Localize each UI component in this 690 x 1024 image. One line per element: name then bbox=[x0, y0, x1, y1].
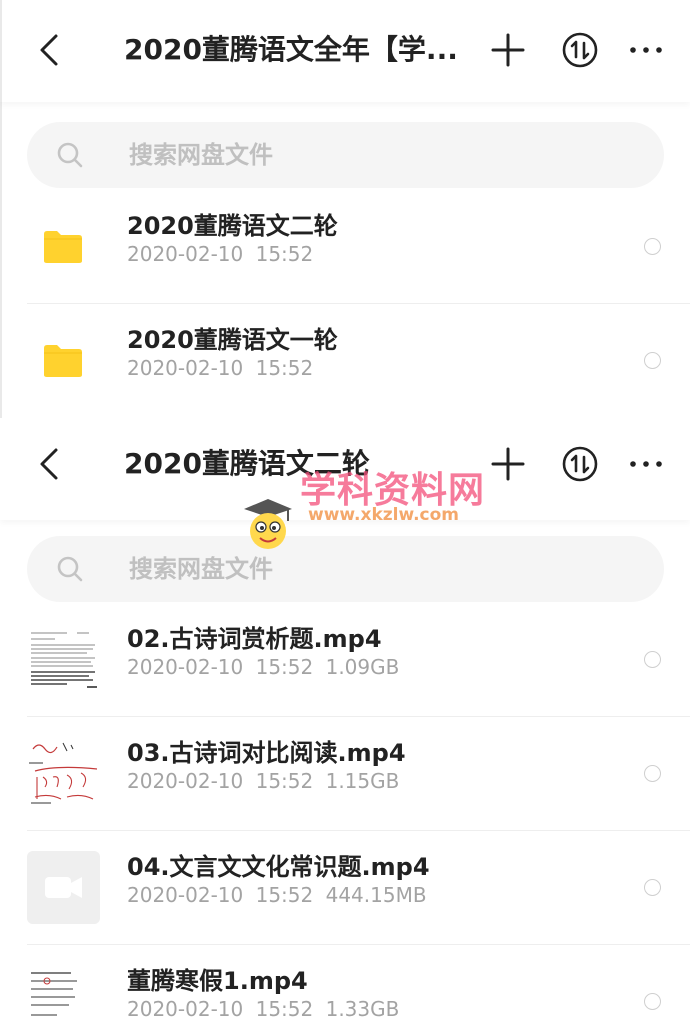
list-item[interactable]: 2020董腾语文一轮 2020-02-10 15:52 bbox=[27, 304, 690, 418]
folder-icon bbox=[44, 231, 82, 263]
more-icon[interactable] bbox=[628, 32, 664, 68]
subfolder-panel: 2020董腾语文二轮 搜索网盘文件 02.古诗词赏析题.mp4 2020-02-… bbox=[0, 418, 690, 1024]
item-meta: 2020-02-10 15:52 bbox=[127, 242, 314, 266]
plus-icon[interactable] bbox=[490, 446, 526, 482]
page-title: 2020董腾语文二轮 bbox=[124, 447, 370, 480]
root-folder-panel: 2020董腾语文全年【学... 搜索网盘文件 2020董腾语文二轮 2020-0… bbox=[0, 0, 690, 418]
plus-icon[interactable] bbox=[490, 32, 526, 68]
item-meta: 2020-02-10 15:52 bbox=[127, 356, 314, 380]
item-name: 2020董腾语文二轮 bbox=[127, 212, 338, 240]
item-meta: 2020-02-10 15:52 1.15GB bbox=[127, 769, 400, 793]
back-arrow-icon[interactable] bbox=[30, 30, 70, 70]
video-camera-icon bbox=[45, 877, 82, 898]
select-radio[interactable] bbox=[644, 238, 661, 255]
top-bar: 2020董腾语文二轮 bbox=[0, 418, 690, 520]
item-meta: 2020-02-10 15:52 1.09GB bbox=[127, 655, 400, 679]
select-radio[interactable] bbox=[644, 765, 661, 782]
back-arrow-icon[interactable] bbox=[30, 444, 70, 484]
more-icon[interactable] bbox=[628, 446, 664, 482]
item-name: 03.古诗词对比阅读.mp4 bbox=[127, 739, 406, 767]
item-name: 董腾寒假1.mp4 bbox=[127, 967, 308, 995]
search-placeholder: 搜索网盘文件 bbox=[129, 141, 273, 169]
search-icon bbox=[57, 556, 83, 582]
search-input[interactable]: 搜索网盘文件 bbox=[27, 122, 664, 188]
list-item[interactable]: 02.古诗词赏析题.mp4 2020-02-10 15:52 1.09GB bbox=[27, 603, 690, 717]
document-thumbnail bbox=[27, 623, 100, 696]
item-meta: 2020-02-10 15:52 1.33GB bbox=[127, 997, 400, 1021]
item-meta: 2020-02-10 15:52 444.15MB bbox=[127, 883, 427, 907]
handwriting-thumbnail bbox=[27, 737, 100, 810]
search-icon bbox=[57, 142, 83, 168]
select-radio[interactable] bbox=[644, 879, 661, 896]
select-radio[interactable] bbox=[644, 993, 661, 1010]
search-placeholder: 搜索网盘文件 bbox=[129, 555, 273, 583]
page-title: 2020董腾语文全年【学... bbox=[124, 33, 458, 66]
select-radio[interactable] bbox=[644, 651, 661, 668]
document-thumbnail bbox=[27, 965, 100, 1024]
search-input[interactable]: 搜索网盘文件 bbox=[27, 536, 664, 602]
item-name: 2020董腾语文一轮 bbox=[127, 326, 338, 354]
list-item[interactable]: 04.文言文文化常识题.mp4 2020-02-10 15:52 444.15M… bbox=[27, 831, 690, 945]
select-radio[interactable] bbox=[644, 352, 661, 369]
top-bar: 2020董腾语文全年【学... bbox=[0, 0, 690, 102]
list-item[interactable]: 2020董腾语文二轮 2020-02-10 15:52 bbox=[27, 190, 690, 304]
list-item[interactable]: 03.古诗词对比阅读.mp4 2020-02-10 15:52 1.15GB bbox=[27, 717, 690, 831]
list-item[interactable]: 董腾寒假1.mp4 2020-02-10 15:52 1.33GB bbox=[27, 945, 690, 1024]
folder-icon bbox=[44, 345, 82, 377]
item-name: 04.文言文文化常识题.mp4 bbox=[127, 853, 430, 881]
sort-icon[interactable] bbox=[561, 445, 599, 483]
sort-icon[interactable] bbox=[561, 31, 599, 69]
item-name: 02.古诗词赏析题.mp4 bbox=[127, 625, 382, 653]
video-thumbnail bbox=[27, 851, 100, 924]
